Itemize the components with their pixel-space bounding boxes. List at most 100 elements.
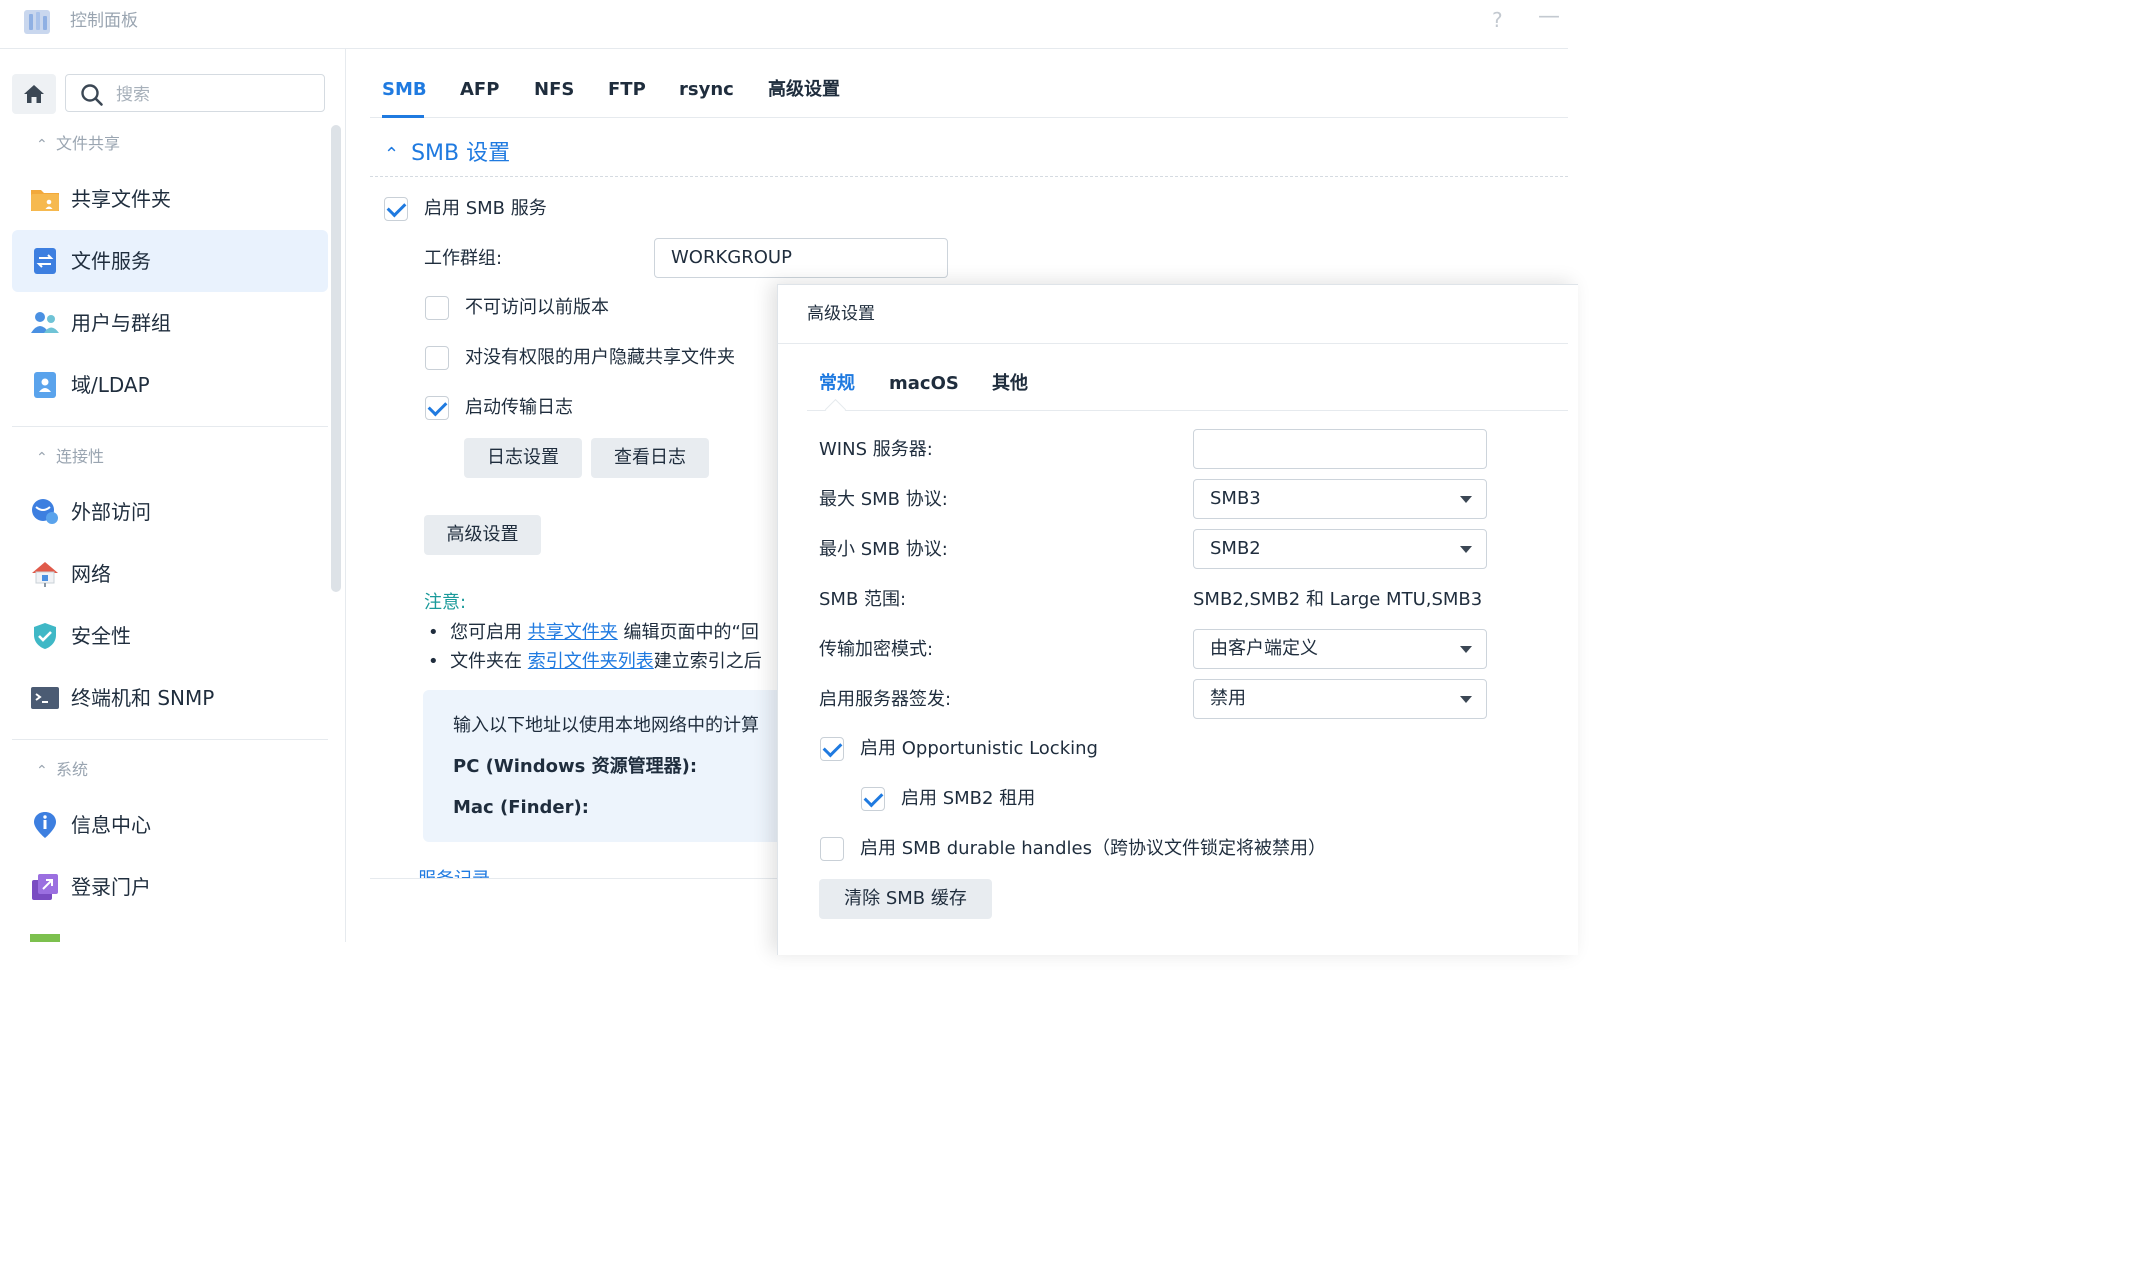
clear-smb-cache-button[interactable]: 清除 SMB 缓存 [819, 879, 992, 919]
window-title: 控制面板 [70, 11, 138, 31]
main-bottom-divider [370, 878, 780, 879]
encryption-mode-select[interactable]: 由客户端定义 [1193, 629, 1487, 669]
tabs-divider [370, 117, 1568, 118]
max-smb-select[interactable]: SMB3 [1193, 479, 1487, 519]
sidebar-item-shared-folder[interactable]: 共享文件夹 [12, 168, 328, 230]
disable-previous-versions-label: 不可访问以前版本 [465, 297, 609, 318]
sidebar-item-terminal-snmp[interactable]: 终端机和 SNMP [12, 667, 328, 729]
sidebar-item-label: 网络 [71, 562, 111, 586]
tab-advanced[interactable]: 高级设置 [768, 78, 840, 102]
home-button[interactable] [12, 74, 56, 114]
advanced-settings-button[interactable]: 高级设置 [424, 515, 541, 555]
min-smb-select[interactable]: SMB2 [1193, 529, 1487, 569]
tab-ftp[interactable]: FTP [608, 78, 646, 102]
transfer-log-checkbox[interactable] [425, 396, 449, 420]
login-portal-icon [32, 874, 58, 900]
min-smb-label: 最小 SMB 协议: [819, 539, 948, 560]
server-signing-label: 启用服务器签发: [819, 689, 952, 710]
view-log-button[interactable]: 查看日志 [591, 438, 709, 478]
note-line-1: • 您可启用 共享文件夹 编辑页面中的“回 [428, 622, 759, 643]
sidebar-item-file-services[interactable]: 文件服务 [12, 230, 328, 292]
enable-smb-label: 启用 SMB 服务 [424, 198, 547, 219]
workgroup-label: 工作群组: [424, 248, 503, 269]
sidebar-item-label: 信息中心 [71, 813, 151, 837]
opportunistic-locking-checkbox[interactable] [820, 737, 844, 761]
sidebar-item-label: 终端机和 SNMP [71, 686, 215, 710]
smb-range-label: SMB 范围: [819, 589, 907, 610]
log-settings-button[interactable]: 日志设置 [464, 438, 582, 478]
caret-down-icon [1460, 646, 1472, 653]
disable-previous-versions-checkbox[interactable] [425, 296, 449, 320]
chevron-up-icon: ⌃ [384, 144, 400, 165]
tab-rsync[interactable]: rsync [679, 78, 734, 102]
sidebar-item-users-groups[interactable]: 用户与群组 [12, 292, 328, 354]
dialog-tabs-divider [807, 410, 1568, 411]
caret-down-icon [1460, 496, 1472, 503]
shared-folder-link[interactable]: 共享文件夹 [528, 622, 618, 643]
sidebar-item-label: 安全性 [71, 624, 131, 648]
file-services-icon [34, 248, 56, 274]
network-icon [32, 562, 58, 587]
wins-server-label: WINS 服务器: [819, 439, 933, 460]
external-access-icon [32, 499, 58, 524]
minimize-button[interactable]: — [1538, 4, 1560, 29]
sidebar-item-security[interactable]: 安全性 [12, 605, 328, 667]
durable-handles-checkbox[interactable] [820, 837, 844, 861]
index-folder-list-link[interactable]: 索引文件夹列表 [528, 651, 654, 672]
active-tab-indicator [382, 115, 424, 118]
help-button[interactable]: ? [1492, 8, 1503, 32]
search-input[interactable] [114, 81, 318, 109]
caret-down-icon [1460, 546, 1472, 553]
window-titlebar [0, 0, 1568, 49]
transfer-log-label: 启动传输日志 [465, 397, 573, 418]
smb-settings-section-toggle[interactable]: ⌃ SMB 设置 [384, 140, 510, 169]
pc-explorer-label: PC (Windows 资源管理器): [453, 756, 698, 777]
sidebar-divider [12, 426, 328, 427]
service-log-link[interactable]: 服务记录 [418, 868, 490, 878]
dialog-tab-macos[interactable]: macOS [889, 372, 959, 396]
section-divider [370, 176, 1568, 177]
sidebar-item-external-access[interactable]: 外部访问 [12, 481, 328, 543]
search-box[interactable] [65, 74, 325, 112]
tab-afp[interactable]: AFP [460, 78, 499, 102]
info-intro: 输入以下地址以使用本地网络中的计算 [453, 715, 759, 736]
wins-server-input[interactable] [1193, 429, 1487, 469]
chevron-up-icon: ⌃ [36, 763, 48, 779]
sidebar-item-label: 外部访问 [71, 500, 151, 524]
dialog-tab-general[interactable]: 常规 [819, 372, 855, 396]
sidebar-item-login-portal[interactable]: 登录门户 [12, 856, 328, 918]
control-panel-app-icon [24, 10, 50, 34]
max-smb-label: 最大 SMB 协议: [819, 489, 948, 510]
shared-folder-icon [31, 190, 59, 211]
note-title: 注意: [424, 592, 467, 613]
ldap-icon [34, 372, 56, 398]
dialog-tab-other[interactable]: 其他 [992, 372, 1028, 396]
sidebar-scrollbar[interactable] [331, 125, 341, 592]
enable-smb-checkbox[interactable] [384, 197, 408, 221]
caret-down-icon [1460, 696, 1472, 703]
users-icon [31, 312, 59, 333]
server-signing-select[interactable]: 禁用 [1193, 679, 1487, 719]
tab-smb[interactable]: SMB [382, 78, 427, 102]
workgroup-input[interactable]: WORKGROUP [654, 238, 948, 278]
opportunistic-locking-label: 启用 Opportunistic Locking [860, 738, 1098, 759]
search-icon [81, 84, 103, 106]
sidebar-item-info-center[interactable]: 信息中心 [12, 794, 328, 856]
section-header-file-sharing[interactable]: ⌃ 文件共享 [36, 132, 120, 157]
sidebar-item-label: 域/LDAP [71, 373, 150, 397]
section-header-system[interactable]: ⌃ 系统 [36, 758, 88, 783]
chevron-up-icon: ⌃ [36, 137, 48, 153]
hide-shared-folders-checkbox[interactable] [425, 346, 449, 370]
chevron-up-icon: ⌃ [36, 450, 48, 466]
note-line-2: • 文件夹在 索引文件夹列表建立索引之后 [428, 651, 762, 672]
partially-visible-nav-icon [30, 934, 60, 942]
tab-nfs[interactable]: NFS [534, 78, 574, 102]
sidebar-item-network[interactable]: 网络 [12, 543, 328, 605]
sidebar-item-label: 文件服务 [71, 249, 151, 273]
smb-range-value: SMB2,SMB2 和 Large MTU,SMB3 [1193, 589, 1483, 610]
smb2-lease-checkbox[interactable] [861, 787, 885, 811]
sidebar-item-domain-ldap[interactable]: 域/LDAP [12, 354, 328, 416]
encryption-mode-label: 传输加密模式: [819, 639, 934, 660]
section-header-connectivity[interactable]: ⌃ 连接性 [36, 445, 104, 470]
sidebar-divider [12, 739, 328, 740]
